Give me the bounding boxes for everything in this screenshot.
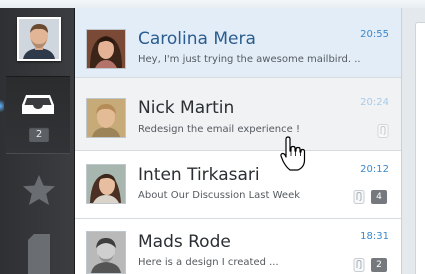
avatar-image: [87, 99, 125, 137]
profile-avatar[interactable]: [17, 17, 61, 61]
message-list: Carolina Mera Hey, I'm just trying the a…: [75, 8, 402, 274]
sender-name: Nick Martin: [138, 98, 235, 118]
paperclip-icon: [353, 258, 365, 272]
message-subject: About Our Discussion Last Week: [138, 190, 301, 201]
sidebar: 2: [0, 8, 75, 274]
sender-name: Inten Tirkasari: [138, 165, 260, 185]
avatar-image: [87, 30, 125, 68]
mailbird-app: 2 Carolina Mera Hey, I'm just trying the…: [0, 0, 425, 274]
message-subject: Redesign the email experience !: [138, 124, 300, 135]
message-time: 20:12: [360, 164, 389, 175]
avatar: [86, 29, 126, 69]
message-time: 20:55: [360, 29, 389, 40]
active-indicator: [0, 99, 4, 113]
message-subject: Here is a design I created ...: [138, 257, 279, 268]
window-top-strip: [0, 0, 425, 8]
message-subject: Hey, I'm just trying the awesome mailbir…: [138, 54, 361, 65]
star-icon[interactable]: [22, 174, 56, 206]
message-row[interactable]: Mads Rode Here is a design I created ...…: [75, 219, 401, 274]
inbox-unread-badge: 2: [29, 127, 49, 142]
message-time: 18:31: [360, 231, 389, 242]
message-row-selected[interactable]: Carolina Mera Hey, I'm just trying the a…: [75, 8, 401, 78]
paperclip-icon: [377, 124, 389, 138]
sender-name: Mads Rode: [138, 232, 231, 252]
message-count-badge: 4: [371, 190, 387, 204]
nav-inbox[interactable]: 2: [0, 76, 70, 154]
paperclip-icon: [353, 190, 365, 204]
document-icon[interactable]: [28, 234, 50, 274]
reading-pane-card: [415, 22, 425, 274]
reading-pane: [402, 8, 425, 274]
message-row[interactable]: Inten Tirkasari About Our Discussion Las…: [75, 151, 401, 219]
avatar-image: [87, 165, 125, 203]
avatar: [86, 164, 126, 204]
message-time: 20:24: [360, 97, 389, 108]
inbox-tray-icon: [22, 95, 54, 114]
avatar: [86, 98, 126, 138]
sender-name: Carolina Mera: [138, 29, 256, 49]
message-row-hovered[interactable]: Nick Martin Redesign the email experienc…: [75, 78, 401, 151]
message-count-badge: 2: [371, 258, 387, 272]
avatar: [86, 231, 126, 274]
profile-avatar-image: [19, 19, 59, 59]
avatar-image: [87, 232, 125, 273]
